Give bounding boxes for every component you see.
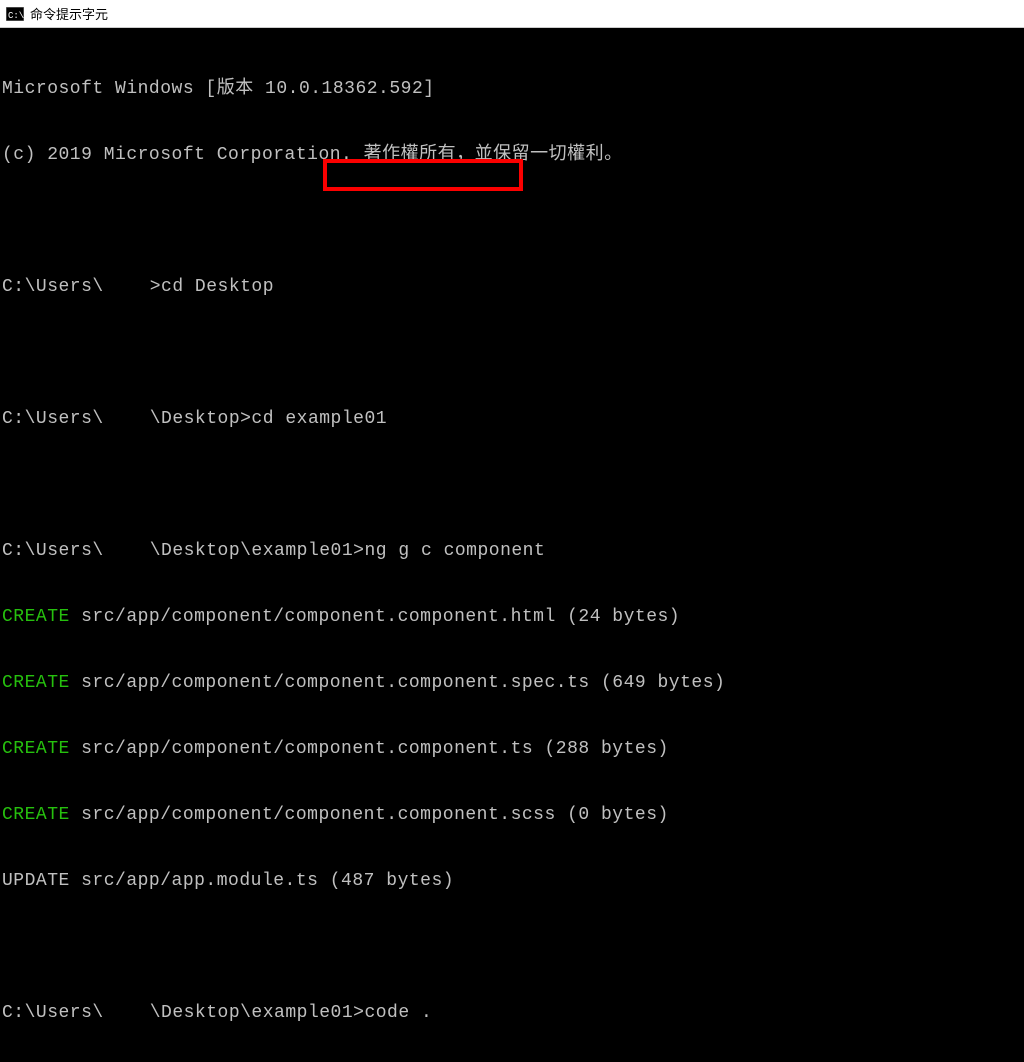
terminal-output: (c) 2019 Microsoft Corporation. 著作權所有，並保… bbox=[2, 144, 1022, 166]
terminal-blank bbox=[2, 474, 1022, 496]
terminal-output-create: CREATE src/app/component/component.compo… bbox=[2, 738, 1022, 760]
redacted-user bbox=[104, 409, 150, 427]
terminal-output-create: CREATE src/app/component/component.compo… bbox=[2, 804, 1022, 826]
redacted-user bbox=[104, 1003, 150, 1021]
titlebar[interactable]: C:\ 命令提示字元 bbox=[0, 0, 1024, 28]
redacted-user bbox=[104, 541, 150, 559]
terminal-output-create: CREATE src/app/component/component.compo… bbox=[2, 672, 1022, 694]
svg-text:C:\: C:\ bbox=[8, 11, 24, 21]
terminal-output-create: CREATE src/app/component/component.compo… bbox=[2, 606, 1022, 628]
terminal-blank bbox=[2, 342, 1022, 364]
cmd-icon: C:\ bbox=[6, 6, 24, 22]
terminal-prompt-line: C:\Users\\Desktop\example01>ng g c compo… bbox=[2, 540, 1022, 562]
terminal-blank bbox=[2, 210, 1022, 232]
terminal-prompt-line: C:\Users\>cd Desktop bbox=[2, 276, 1022, 298]
window-title: 命令提示字元 bbox=[30, 4, 108, 23]
terminal-area[interactable]: Microsoft Windows [版本 10.0.18362.592] (c… bbox=[0, 28, 1024, 1062]
terminal-blank bbox=[2, 936, 1022, 958]
redacted-user bbox=[104, 277, 150, 295]
terminal-output-update: UPDATE src/app/app.module.ts (487 bytes) bbox=[2, 870, 1022, 892]
terminal-prompt-line: C:\Users\\Desktop\example01>code . bbox=[2, 1002, 1022, 1024]
terminal-prompt-line: C:\Users\\Desktop>cd example01 bbox=[2, 408, 1022, 430]
terminal-output: Microsoft Windows [版本 10.0.18362.592] bbox=[2, 78, 1022, 100]
